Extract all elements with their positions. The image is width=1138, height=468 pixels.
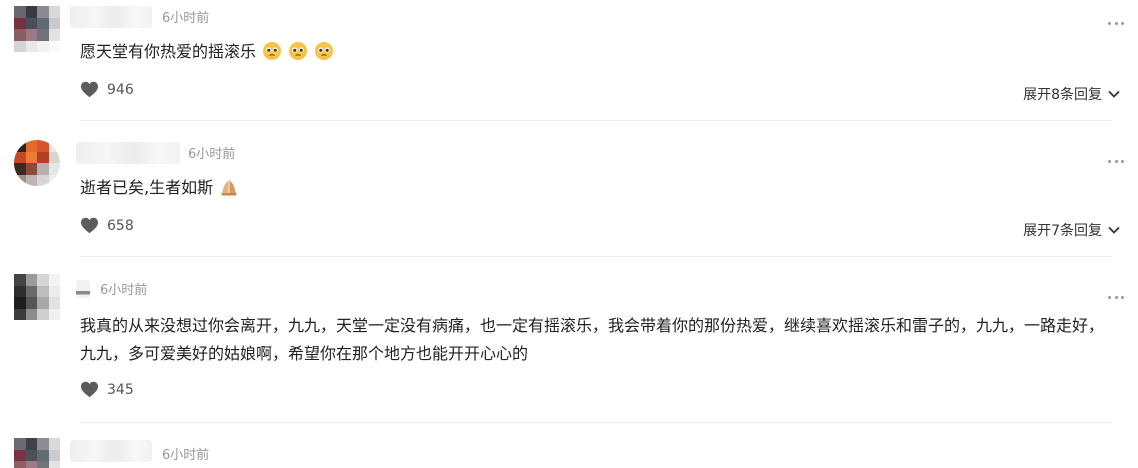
- chevron-down-icon: [1108, 90, 1120, 98]
- comment-item: 6小时前 愿天堂有你热爱的摇滚乐 946 展开8条回复: [0, 0, 1138, 122]
- comment-time: 6小时前: [162, 448, 210, 463]
- expand-replies-label: 展开8条回复: [1023, 87, 1102, 103]
- avatar[interactable]: [14, 140, 60, 186]
- more-options-icon[interactable]: [1108, 20, 1124, 26]
- comment-text-content: 愿天堂有你热爱的摇滚乐: [80, 42, 257, 61]
- like-button[interactable]: 658: [80, 217, 134, 234]
- like-count: 345: [107, 381, 134, 398]
- more-options-icon[interactable]: [1108, 294, 1124, 300]
- heart-icon: [81, 381, 98, 398]
- like-button[interactable]: 946: [80, 81, 134, 98]
- like-button[interactable]: 345: [80, 381, 134, 398]
- expand-replies-label: 展开7条回复: [1023, 223, 1102, 239]
- comment-item: 6小时前 逝者已矣,生者如斯 658 展开7条回复: [0, 122, 1138, 260]
- pleading-face-emoji-icon: [289, 42, 308, 60]
- comment-text: 愿天堂有你热爱的摇滚乐: [80, 38, 1112, 66]
- comment-time: 6小时前: [162, 11, 210, 26]
- comment-time: 6小时前: [100, 283, 148, 298]
- comment-time: 6小时前: [188, 147, 236, 162]
- comment-item: 6小时前: [0, 426, 1138, 468]
- like-count: 658: [107, 217, 134, 234]
- comment-text: 逝者已矣,生者如斯: [80, 174, 1112, 202]
- heart-icon: [81, 81, 98, 98]
- heart-icon: [81, 217, 98, 234]
- divider: [80, 422, 1112, 423]
- comment-item: 6小时前 我真的从来没想过你会离开，九九，天堂一定没有病痛，也一定有摇滚乐，我会…: [0, 260, 1138, 426]
- username-blurred[interactable]: [70, 6, 152, 28]
- comment-text-content: 逝者已矣,生者如斯: [80, 178, 214, 197]
- username-blurred[interactable]: [70, 440, 152, 462]
- username-blurred[interactable]: [76, 280, 90, 298]
- divider: [80, 256, 1112, 257]
- expand-replies-button[interactable]: 展开7条回复: [1023, 220, 1120, 240]
- folded-hands-emoji-icon: [221, 180, 237, 196]
- pleading-face-emoji-icon: [315, 42, 334, 60]
- expand-replies-button[interactable]: 展开8条回复: [1023, 84, 1120, 104]
- comment-text: 我真的从来没想过你会离开，九九，天堂一定没有病痛，也一定有摇滚乐，我会带着你的那…: [80, 316, 1105, 363]
- divider: [80, 120, 1112, 121]
- more-options-icon[interactable]: [1108, 158, 1124, 164]
- username-blurred[interactable]: [76, 142, 180, 164]
- chevron-down-icon: [1108, 226, 1120, 234]
- avatar[interactable]: [14, 6, 60, 52]
- avatar[interactable]: [14, 274, 60, 320]
- pleading-face-emoji-icon: [263, 42, 282, 60]
- avatar[interactable]: [14, 438, 60, 468]
- like-count: 946: [107, 81, 134, 98]
